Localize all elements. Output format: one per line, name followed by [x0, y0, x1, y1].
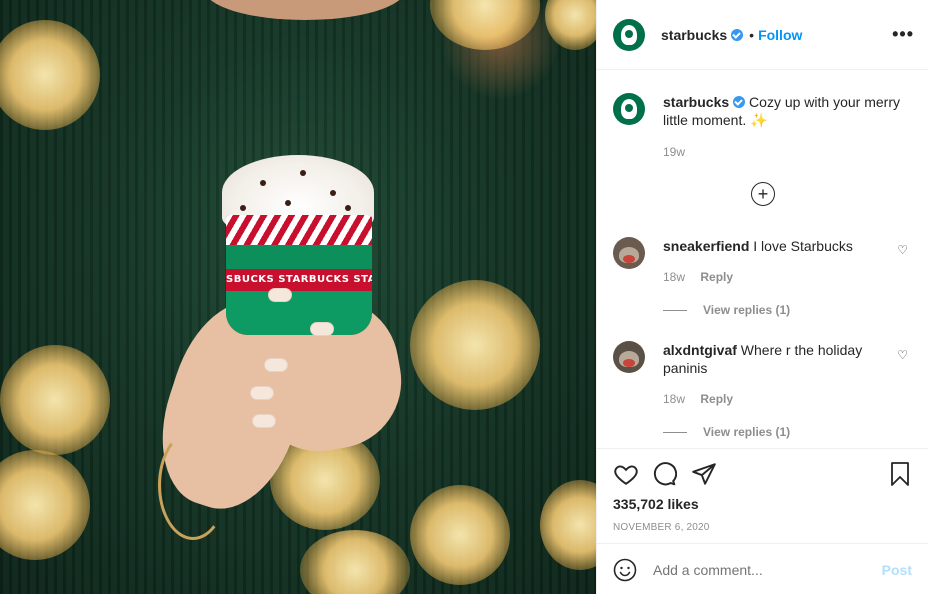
header-username-text[interactable]: starbucks	[661, 27, 727, 43]
cup-green-band	[226, 245, 372, 269]
comment-age[interactable]: 18w	[663, 270, 685, 284]
comment-item: alxdntgivaf Where r the holiday paninis	[613, 341, 912, 377]
instagram-post: SBUCKS STARBUCKS STA starbucks • Follow …	[0, 0, 928, 594]
more-options-icon[interactable]: •••	[892, 24, 914, 45]
post-header: starbucks • Follow •••	[597, 0, 928, 70]
fingernail	[252, 414, 276, 428]
view-replies-button[interactable]: View replies (1)	[663, 425, 790, 439]
post-actions: 335,702 likes NOVEMBER 6, 2020 Post	[597, 448, 928, 594]
add-comment-input[interactable]	[653, 561, 882, 578]
sparkles-emoji-icon: ✨	[750, 112, 768, 128]
cup-bottom-band	[226, 291, 372, 335]
post-photo[interactable]: SBUCKS STARBUCKS STA	[0, 0, 596, 594]
chocolate-chip	[330, 190, 336, 196]
comment-body: alxdntgivaf Where r the holiday paninis	[663, 341, 912, 377]
post-comment-button[interactable]: Post	[882, 562, 912, 578]
post-sidebar: starbucks • Follow ••• starbucks Cozy up…	[596, 0, 928, 594]
gold-bracelet	[158, 430, 228, 540]
caption-username[interactable]: starbucks	[663, 94, 729, 110]
comment-username[interactable]: sneakerfiend	[663, 238, 749, 254]
chocolate-chip	[240, 205, 246, 211]
bokeh-light	[410, 280, 540, 410]
cup-logo-band: SBUCKS STARBUCKS STA	[226, 269, 372, 291]
caption: starbucks Cozy up with your merry little…	[613, 93, 912, 129]
chocolate-chip	[260, 180, 266, 186]
view-replies-label: View replies (1)	[703, 303, 791, 317]
view-replies-line	[663, 431, 687, 433]
load-more-comments-button[interactable]: +	[751, 182, 775, 206]
starbucks-avatar[interactable]	[613, 18, 645, 51]
follow-button[interactable]: Follow	[758, 27, 802, 43]
like-comment-heart-icon[interactable]: ♡	[897, 348, 908, 362]
comments-section: starbucks Cozy up with your merry little…	[597, 71, 928, 448]
fingernail	[250, 386, 274, 400]
bokeh-light	[0, 345, 110, 455]
view-replies-button[interactable]: View replies (1)	[663, 303, 790, 317]
commenter-avatar[interactable]	[613, 237, 645, 269]
fingernail	[268, 288, 292, 302]
comment-composer: Post	[597, 543, 928, 594]
caption-avatar[interactable]	[613, 93, 645, 125]
caption-age-text[interactable]: 19w	[663, 145, 685, 159]
reply-button[interactable]: Reply	[700, 392, 733, 406]
starbucks-cup: SBUCKS STARBUCKS STA	[226, 215, 372, 335]
verified-badge-icon	[733, 96, 746, 108]
action-icons	[613, 461, 912, 489]
view-replies-line	[663, 309, 687, 311]
caption-body: starbucks Cozy up with your merry little…	[663, 93, 912, 129]
likes-count[interactable]: 335,702 likes	[613, 496, 699, 512]
save-bookmark-icon[interactable]	[888, 461, 912, 487]
comment-username[interactable]: alxdntgivaf	[663, 342, 737, 358]
cup-stripe-band	[226, 215, 372, 245]
verified-badge-icon	[731, 28, 744, 41]
comment-item: sneakerfiend I love Starbucks	[613, 237, 912, 269]
chocolate-chip	[300, 170, 306, 176]
comment-text: I love Starbucks	[753, 238, 853, 254]
header-separator: •	[749, 26, 755, 43]
fingernail	[310, 322, 334, 336]
header-username[interactable]: starbucks	[661, 27, 744, 43]
bokeh-light	[410, 485, 510, 585]
share-paper-plane-icon[interactable]	[691, 461, 717, 487]
comment-meta: 18w Reply	[663, 392, 733, 406]
fingernail	[264, 358, 288, 372]
plus-icon: +	[757, 184, 769, 204]
comment-body: sneakerfiend I love Starbucks	[663, 237, 912, 269]
comment-bubble-icon[interactable]	[651, 461, 677, 487]
like-heart-icon[interactable]	[613, 461, 639, 487]
caption-age: 19w	[663, 145, 685, 159]
comment-meta: 18w Reply	[663, 270, 733, 284]
view-replies-label: View replies (1)	[703, 425, 791, 439]
emoji-smiley-icon[interactable]	[613, 558, 637, 582]
reply-button[interactable]: Reply	[700, 270, 733, 284]
post-date[interactable]: NOVEMBER 6, 2020	[613, 522, 710, 533]
comment-age[interactable]: 18w	[663, 392, 685, 406]
like-comment-heart-icon[interactable]: ♡	[897, 243, 908, 257]
chocolate-chip	[345, 205, 351, 211]
commenter-avatar[interactable]	[613, 341, 645, 373]
chocolate-chip	[285, 200, 291, 206]
